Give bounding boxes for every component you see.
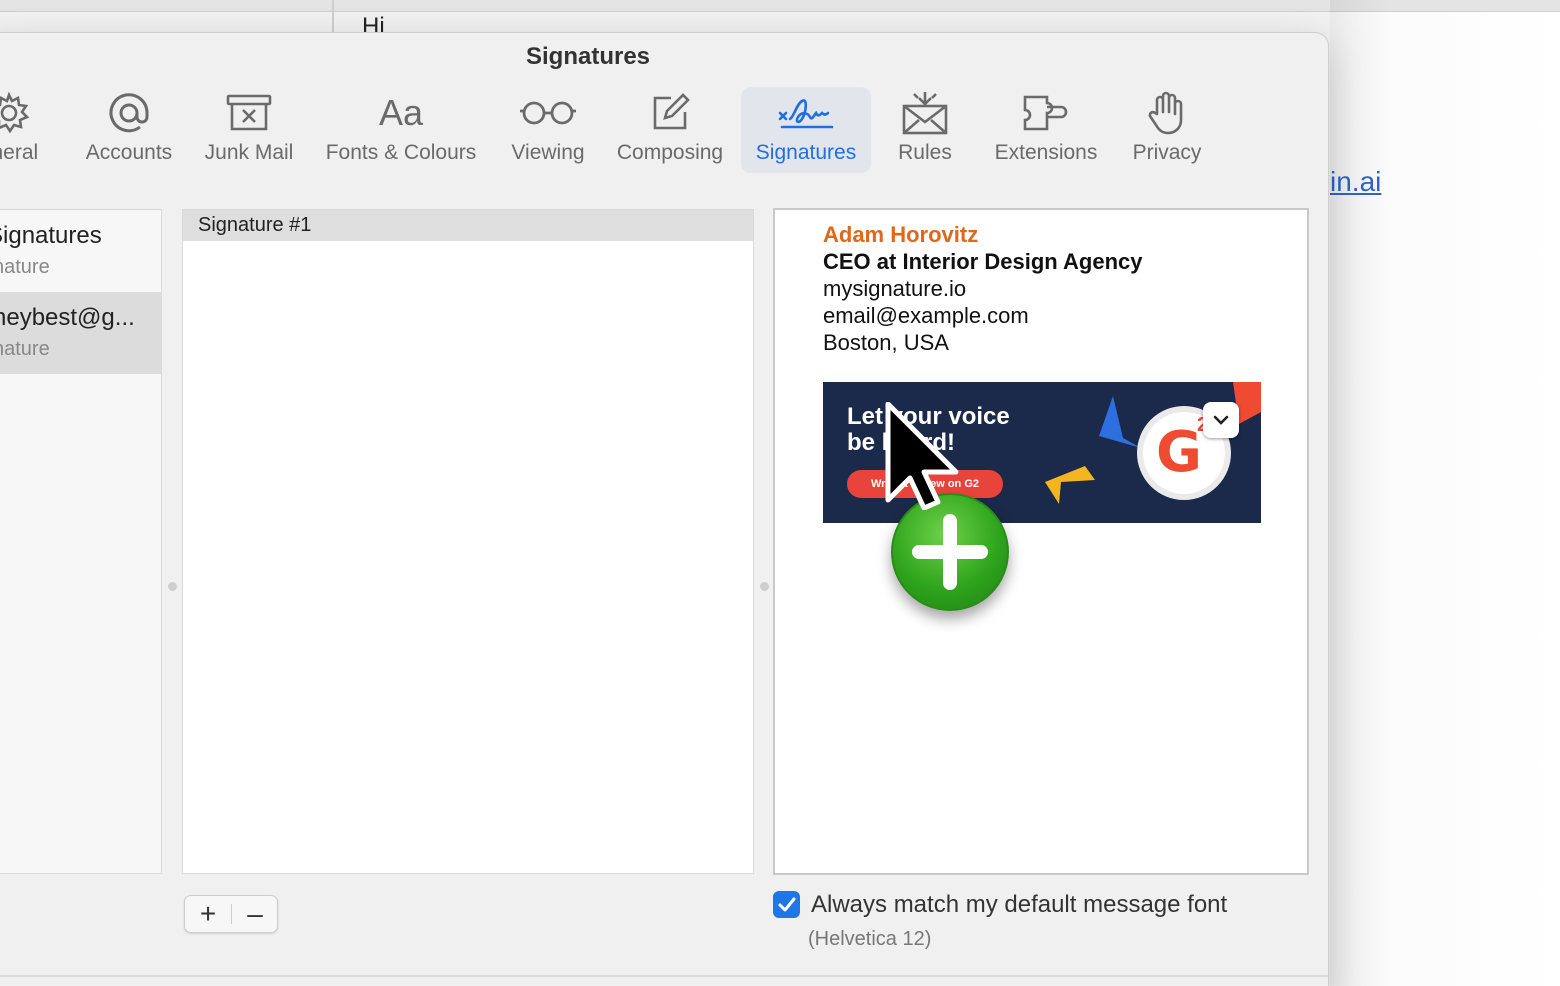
window-shadow — [1330, 0, 1560, 986]
mouse-cursor-icon — [885, 402, 959, 510]
tab-extensions-label: Extensions — [994, 141, 1098, 164]
glasses-icon — [518, 87, 578, 139]
tab-privacy[interactable]: Privacy — [1125, 87, 1209, 173]
signature-icon — [776, 87, 836, 139]
window-title-text: Signatures — [526, 43, 651, 70]
tab-general[interactable]: eneral — [0, 87, 57, 173]
signature-list: Signature #1 — [182, 209, 754, 874]
preferences-toolbar: eneral Accounts Junk Mail Aa Fonts & Col… — [0, 87, 1328, 177]
junk-mail-icon — [225, 87, 273, 139]
tab-rules[interactable]: Rules — [885, 87, 965, 173]
gear-icon — [0, 87, 32, 139]
tab-composing[interactable]: Composing — [610, 87, 730, 173]
remove-signature-button[interactable]: – — [232, 896, 278, 932]
signature-job-title: CEO at Interior Design Agency — [823, 249, 1143, 274]
tab-extensions[interactable]: Extensions — [984, 87, 1108, 173]
at-icon — [107, 87, 151, 139]
tab-privacy-label: Privacy — [1132, 141, 1202, 164]
account-name: Signatures — [0, 222, 102, 249]
tab-junk-mail[interactable]: Junk Mail — [199, 87, 299, 173]
compose-icon — [649, 87, 691, 139]
tab-signatures[interactable]: Signatures — [741, 87, 871, 173]
add-remove-buttons: + – — [184, 895, 278, 933]
hand-icon — [1147, 87, 1187, 139]
extensions-icon — [1021, 87, 1071, 139]
fonts-icon: Aa — [378, 92, 424, 133]
background-greeting: Hi — [362, 13, 385, 32]
split-handle[interactable] — [760, 582, 769, 591]
window-bottom-divider — [0, 975, 1328, 977]
signature-preview[interactable]: Adam Horovitz CEO at Interior Design Age… — [773, 208, 1309, 875]
signature-row[interactable]: Signature #1 — [183, 210, 753, 241]
rules-icon — [900, 87, 950, 139]
account-name: neybest@g... — [0, 304, 135, 331]
match-font-checkbox[interactable] — [773, 891, 800, 918]
account-item-selected[interactable]: neybest@g... nature — [0, 292, 162, 374]
tab-composing-label: Composing — [616, 141, 724, 164]
background-titlebar — [0, 0, 1560, 12]
tab-viewing[interactable]: Viewing — [503, 87, 593, 173]
signature-website: mysignature.io — [823, 276, 967, 301]
split-handle[interactable] — [168, 582, 177, 591]
tab-fonts-colours[interactable]: Aa Fonts & Colours — [318, 87, 484, 173]
default-font-note: (Helvetica 12) — [808, 928, 932, 950]
tab-general-label: eneral — [0, 141, 39, 164]
tab-fonts-colours-label: Fonts & Colours — [325, 141, 477, 164]
account-subtitle: nature — [0, 338, 50, 360]
signature-email: email@example.com — [823, 303, 1029, 328]
preferences-window: Signatures eneral Accounts — [0, 32, 1329, 986]
accounts-list: Signatures nature neybest@g... nature — [0, 209, 162, 874]
g2-letter: G — [1156, 420, 1202, 485]
tab-accounts[interactable]: Accounts — [77, 87, 181, 173]
match-font-label[interactable]: Always match my default message font — [811, 891, 1227, 919]
chevron-down-icon[interactable] — [1203, 402, 1239, 438]
tab-junk-mail-label: Junk Mail — [204, 141, 294, 164]
signature-location: Boston, USA — [823, 330, 949, 355]
tab-accounts-label: Accounts — [85, 141, 173, 164]
add-signature-button[interactable]: + — [185, 896, 231, 932]
background-link[interactable]: in.ai — [1330, 166, 1381, 198]
checkmark-icon — [778, 897, 795, 911]
signature-name: Adam Horovitz — [823, 222, 979, 247]
tab-viewing-label: Viewing — [511, 141, 585, 164]
account-item-all[interactable]: Signatures nature — [0, 210, 162, 292]
account-subtitle: nature — [0, 256, 50, 278]
tab-signatures-label: Signatures — [755, 141, 857, 164]
tab-rules-label: Rules — [898, 141, 952, 164]
add-plus-icon — [891, 493, 1009, 611]
background-divider — [332, 0, 334, 32]
